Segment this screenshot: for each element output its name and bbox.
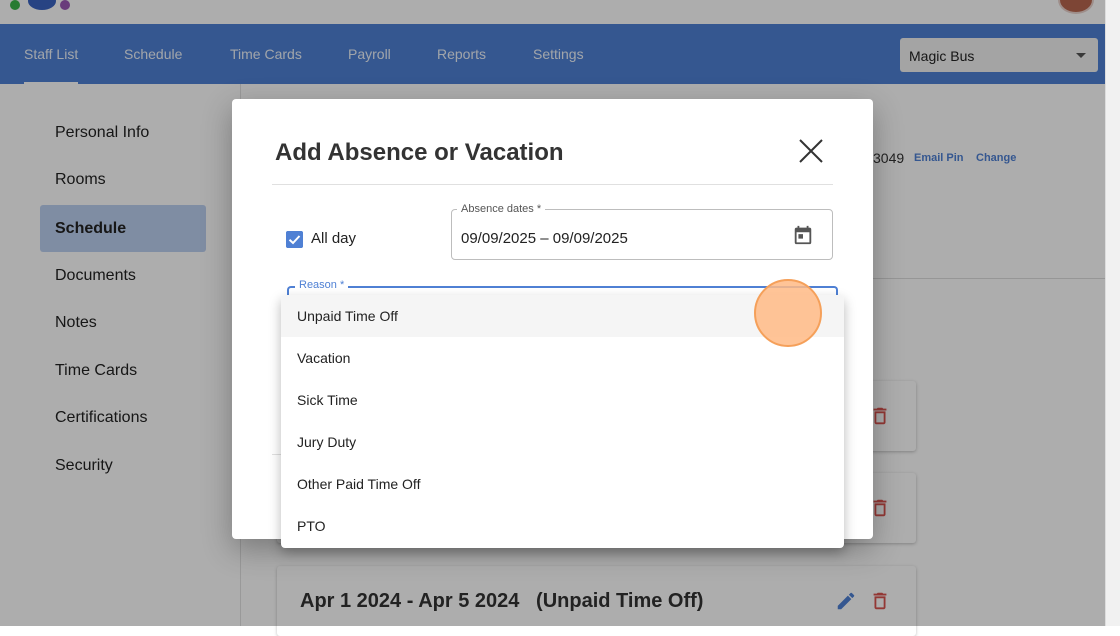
reason-option-sick-time[interactable]: Sick Time: [281, 379, 844, 421]
reason-option-vacation[interactable]: Vacation: [281, 337, 844, 379]
reason-option-pto[interactable]: PTO: [281, 505, 844, 547]
reason-option-other-paid-time-off[interactable]: Other Paid Time Off: [281, 463, 844, 505]
click-indicator: [754, 279, 822, 347]
dialog-title: Add Absence or Vacation: [275, 139, 564, 166]
close-icon[interactable]: [797, 137, 825, 165]
dialog-divider: [272, 184, 833, 185]
calendar-icon[interactable]: [792, 224, 814, 246]
reason-label: Reason *: [295, 279, 349, 291]
absence-dates-value: 09/09/2025 – 09/09/2025: [461, 230, 628, 247]
absence-dates-label: Absence dates *: [457, 203, 546, 215]
all-day-label: All day: [311, 230, 357, 247]
all-day-checkbox[interactable]: [286, 231, 303, 248]
absence-dates-field[interactable]: Absence dates * 09/09/2025 – 09/09/2025: [451, 203, 833, 260]
page-scrollbar[interactable]: [1105, 0, 1120, 626]
reason-option-jury-duty[interactable]: Jury Duty: [281, 421, 844, 463]
